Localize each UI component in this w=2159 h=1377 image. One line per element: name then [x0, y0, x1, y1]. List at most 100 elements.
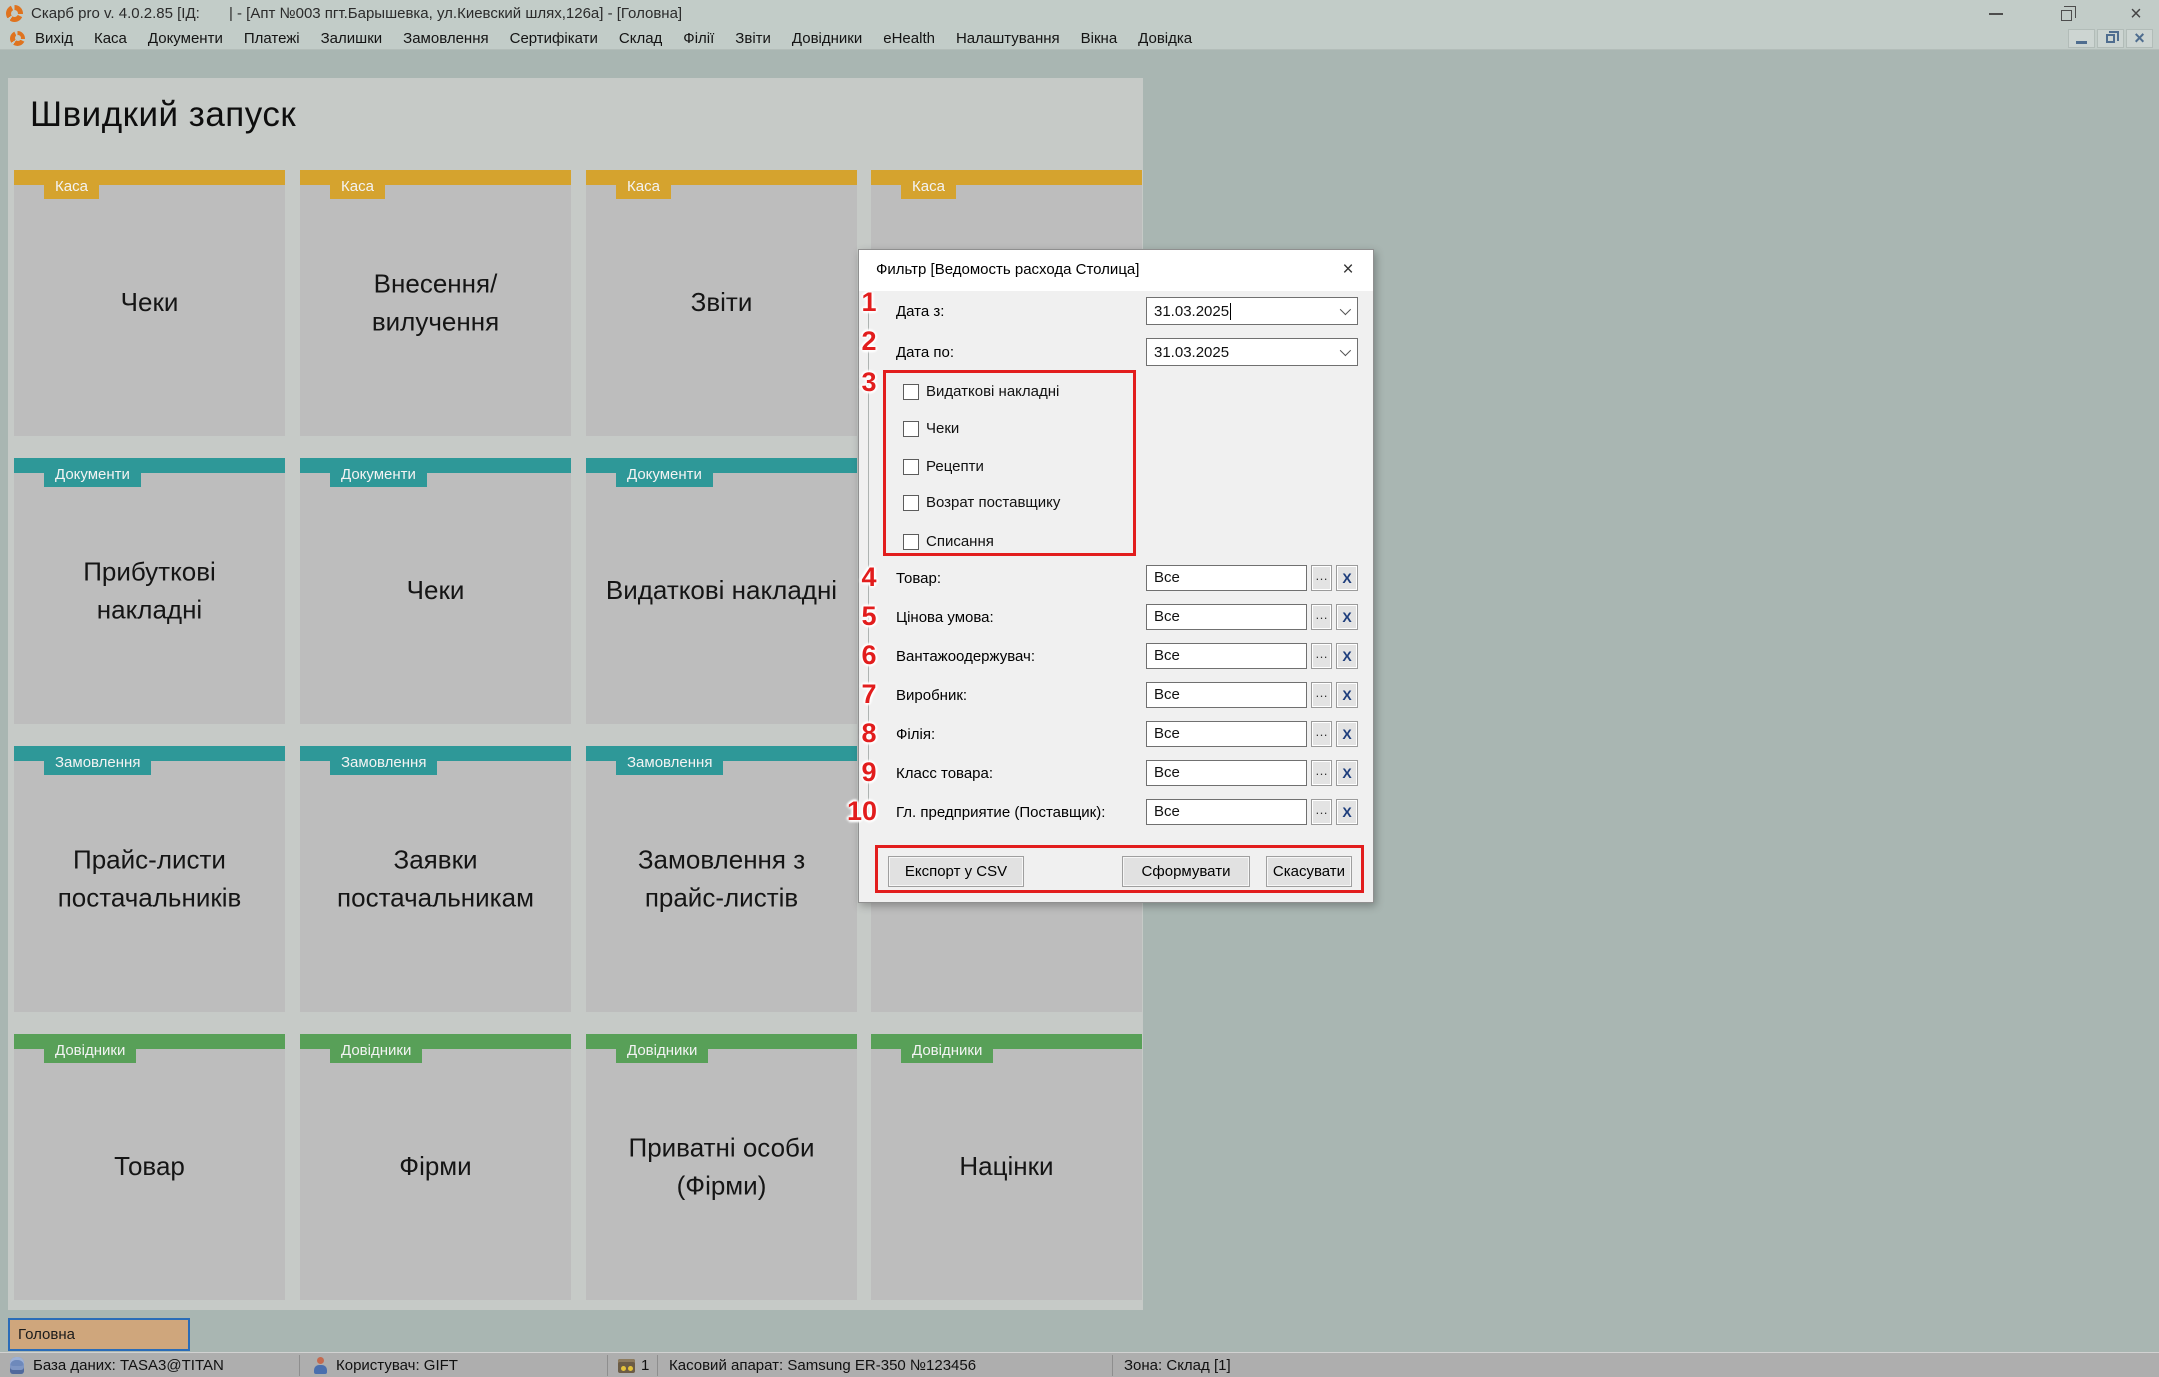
tile-category-tag: Каса: [330, 175, 385, 199]
tile-tovar[interactable]: Довідники Товар: [14, 1034, 285, 1300]
gl-predpriyatie-field[interactable]: Все: [1146, 799, 1307, 825]
vyrobnyk-clear-button[interactable]: X: [1336, 682, 1358, 708]
app-logo-icon: [6, 5, 23, 22]
menu-item-documents[interactable]: Документи: [148, 30, 223, 47]
tile-label: Замовлення з прайс-листів: [637, 844, 806, 912]
window-minimize-button[interactable]: [1987, 5, 2005, 23]
menu-item-stock[interactable]: Залишки: [321, 30, 383, 47]
tile-cheky-kasa[interactable]: Каса Чеки: [14, 170, 285, 436]
klass-tovara-clear-button[interactable]: X: [1336, 760, 1358, 786]
tile-vnesennya-vyluchennya[interactable]: Каса Внесення/вилучення: [300, 170, 571, 436]
status-register-count: 1: [641, 1357, 650, 1374]
tile-category-tag: Документи: [616, 463, 713, 487]
filiya-browse-button[interactable]: …: [1311, 721, 1332, 747]
date-from-value: 31.03.2025: [1154, 302, 1230, 320]
tsinova-umova-clear-button[interactable]: X: [1336, 604, 1358, 630]
restore-icon: [2106, 31, 2119, 43]
vyrobnyk-browse-button[interactable]: …: [1311, 682, 1332, 708]
gl-predpriyatie-clear-button[interactable]: X: [1336, 799, 1358, 825]
tile-category-tag: Каса: [44, 175, 99, 199]
window-close-button[interactable]: ×: [2127, 2, 2145, 25]
status-bar: База даних: TASA3@TITAN Користувач: GIFT…: [0, 1352, 2159, 1377]
filiya-field[interactable]: Все: [1146, 721, 1307, 747]
klass-tovara-browse-button[interactable]: …: [1311, 760, 1332, 786]
cash-register-icon: [618, 1359, 635, 1373]
minimize-icon: [2076, 41, 2087, 44]
window-restore-button[interactable]: [2057, 5, 2076, 23]
annotation-number-9: 9: [861, 757, 877, 787]
menu-item-payments[interactable]: Платежі: [244, 30, 300, 47]
annotation-number-4: 4: [861, 562, 877, 592]
status-cash-register: Касовий апарат: Samsung ER-350 №123456: [669, 1357, 977, 1374]
tile-label: Націнки: [959, 1151, 1054, 1182]
menu-item-directories[interactable]: Довідники: [792, 30, 862, 47]
gl-predpriyatie-browse-button[interactable]: …: [1311, 799, 1332, 825]
mdi-restore-button[interactable]: [2097, 29, 2124, 48]
menu-item-exit[interactable]: Вихід: [35, 30, 73, 47]
tile-firmy[interactable]: Довідники Фірми: [300, 1034, 571, 1300]
tile-category-tag: Довідники: [901, 1039, 994, 1063]
tile-label: Заявки постачальникам: [337, 844, 534, 912]
dialog-close-button[interactable]: ×: [1335, 257, 1361, 283]
menu-item-branches[interactable]: Філії: [683, 30, 714, 47]
annotation-number-2: 2: [861, 326, 877, 356]
tile-category-tag: Довідники: [616, 1039, 709, 1063]
tile-label: Товар: [114, 1151, 185, 1182]
menu-item-settings[interactable]: Налаштування: [956, 30, 1060, 47]
vyrobnyk-label: Виробник:: [896, 687, 968, 704]
filter-dialog: Фильтр [Ведомость расхода Столица] × Дат…: [858, 249, 1374, 903]
date-from-combobox[interactable]: 31.03.2025: [1146, 297, 1358, 325]
tovar-field[interactable]: Все: [1146, 565, 1307, 591]
status-separator: [1112, 1355, 1113, 1376]
window-titlebar: Скарб pro v. 4.0.2.85 [ІД: | - [Апт №003…: [0, 0, 2159, 27]
date-from-label: Дата з:: [896, 303, 945, 320]
tile-category-tag: Довідники: [44, 1039, 137, 1063]
text-caret: [1230, 302, 1232, 320]
tile-category-tag: Замовлення: [330, 751, 438, 775]
menu-item-help[interactable]: Довідка: [1138, 30, 1192, 47]
dialog-title: Фильтр [Ведомость расхода Столица]: [876, 261, 1140, 278]
chevron-down-icon[interactable]: [1339, 303, 1352, 316]
menu-item-reports[interactable]: Звіти: [735, 30, 771, 47]
menu-item-orders[interactable]: Замовлення: [403, 30, 488, 47]
klass-tovara-field[interactable]: Все: [1146, 760, 1307, 786]
menu-item-windows[interactable]: Вікна: [1081, 30, 1118, 47]
tile-category-tag: Документи: [44, 463, 141, 487]
tile-prays-lysty[interactable]: Замовлення Прайс-листи постачальників: [14, 746, 285, 1012]
vyrobnyk-field[interactable]: Все: [1146, 682, 1307, 708]
tile-zamovlennya-z-prays[interactable]: Замовлення Замовлення з прайс-листів: [586, 746, 857, 1012]
tovar-browse-button[interactable]: …: [1311, 565, 1332, 591]
mdi-child-icon: [10, 30, 25, 46]
tsinova-umova-browse-button[interactable]: …: [1311, 604, 1332, 630]
restore-icon: [2060, 5, 2076, 21]
menu-item-kasa[interactable]: Каса: [94, 30, 127, 47]
menu-item-warehouse[interactable]: Склад: [619, 30, 662, 47]
tile-vydatkovi-nakladni[interactable]: Документи Видаткові накладні: [586, 458, 857, 724]
window-title: Скарб pro v. 4.0.2.85 [ІД: | - [Апт №003…: [31, 5, 683, 22]
tile-pryvatni-osoby[interactable]: Довідники Приватні особи (Фірми): [586, 1034, 857, 1300]
close-icon: ×: [2130, 2, 2142, 25]
tsinova-umova-label: Цінова умова:: [896, 609, 994, 626]
tile-zvity[interactable]: Каса Звіти: [586, 170, 857, 436]
database-icon: [10, 1357, 24, 1374]
date-to-combobox[interactable]: 31.03.2025: [1146, 338, 1358, 366]
filiya-clear-button[interactable]: X: [1336, 721, 1358, 747]
chevron-down-icon[interactable]: [1339, 344, 1352, 357]
tile-cheky-documenty[interactable]: Документи Чеки: [300, 458, 571, 724]
vantazhooderzhuvach-field[interactable]: Все: [1146, 643, 1307, 669]
tile-natsinky[interactable]: Довідники Націнки: [871, 1034, 1142, 1300]
tile-category-tag: Каса: [616, 175, 671, 199]
tile-zayavky[interactable]: Замовлення Заявки постачальникам: [300, 746, 571, 1012]
minimize-icon: [1989, 12, 2003, 15]
mdi-minimize-button[interactable]: [2068, 29, 2095, 48]
mdi-close-button[interactable]: ×: [2126, 29, 2153, 48]
menu-item-certificates[interactable]: Сертифікати: [510, 30, 598, 47]
menu-item-ehealth[interactable]: eHealth: [883, 30, 935, 47]
tsinova-umova-field[interactable]: Все: [1146, 604, 1307, 630]
vantazhooderzhuvach-clear-button[interactable]: X: [1336, 643, 1358, 669]
vantazhooderzhuvach-browse-button[interactable]: …: [1311, 643, 1332, 669]
tile-prybutkovi-nakladni[interactable]: Документи Прибуткові накладні: [14, 458, 285, 724]
tovar-clear-button[interactable]: X: [1336, 565, 1358, 591]
tab-holovna[interactable]: Головна: [8, 1318, 190, 1351]
status-user: Користувач: GIFT: [336, 1357, 458, 1374]
